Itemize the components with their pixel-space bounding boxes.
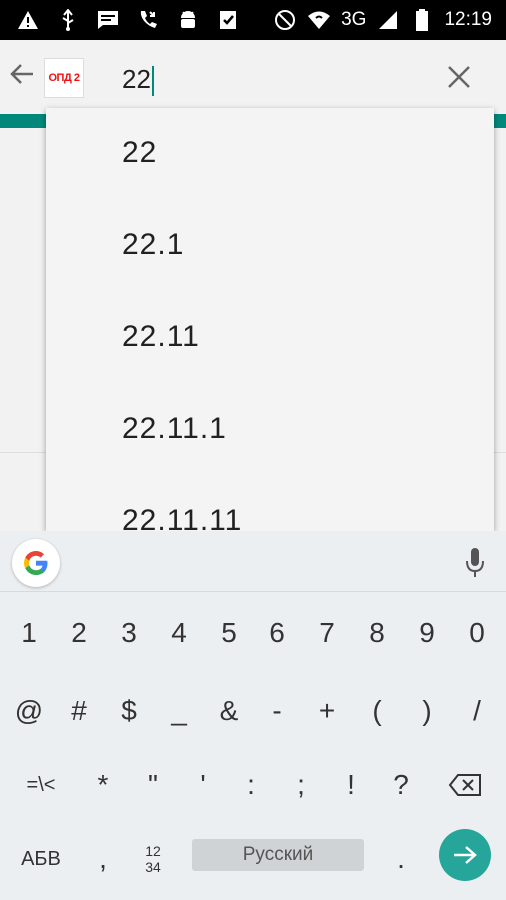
space-key[interactable]: Русский	[192, 839, 364, 871]
key[interactable]: 8	[352, 603, 402, 663]
search-query-text: 22	[122, 64, 151, 94]
key[interactable]: &	[204, 681, 254, 741]
clock: 12:19	[444, 9, 492, 30]
do-not-disturb-icon	[273, 8, 297, 32]
abc-key[interactable]: АБВ	[16, 829, 66, 889]
key[interactable]: !	[326, 755, 376, 815]
key[interactable]: 4	[154, 603, 204, 663]
key[interactable]: @	[4, 681, 54, 741]
key[interactable]: 0	[452, 603, 502, 663]
backspace-icon	[448, 774, 481, 796]
key[interactable]: 1	[4, 603, 54, 663]
key[interactable]: _	[154, 681, 204, 741]
app-logo: ОПД 2	[44, 58, 84, 98]
key[interactable]: (	[352, 681, 402, 741]
suggestion-item[interactable]: 22.1	[122, 228, 184, 262]
keyboard-row-symbols-1: @ # $ _ & - + ( ) /	[0, 681, 506, 741]
key[interactable]: ?	[376, 755, 426, 815]
key[interactable]: $	[104, 681, 154, 741]
key[interactable]: )	[402, 681, 452, 741]
period-key[interactable]: .	[376, 829, 426, 889]
message-icon	[96, 8, 120, 32]
suggestion-item[interactable]: 22.11.11	[122, 504, 242, 531]
key[interactable]: +	[302, 681, 352, 741]
microphone-icon[interactable]	[462, 545, 488, 579]
key[interactable]: 5	[204, 603, 254, 663]
keyboard-row-numbers: 1 2 3 4 5 6 7 8 9 0	[0, 603, 506, 663]
keyboard: 1 2 3 4 5 6 7 8 9 0 @ # $ _ & - + ( ) / …	[0, 531, 506, 900]
signal-icon	[376, 8, 400, 32]
keyboard-toolbar	[0, 531, 506, 591]
wifi-icon	[307, 8, 331, 32]
android-icon	[176, 8, 200, 32]
play-store-icon	[216, 8, 240, 32]
usb-icon	[56, 8, 80, 32]
missed-call-icon	[136, 8, 160, 32]
key[interactable]: 7	[302, 603, 352, 663]
battery-icon	[410, 8, 434, 32]
arrow-back-icon	[10, 64, 33, 84]
text-cursor	[151, 66, 154, 97]
keyboard-divider	[0, 591, 506, 592]
search-input[interactable]: 22	[122, 64, 154, 97]
network-type: 3G	[341, 9, 367, 30]
status-bar: 3G 12:19	[0, 0, 506, 40]
back-button[interactable]	[6, 58, 38, 90]
close-icon	[448, 66, 470, 88]
keyboard-row-bottom: АБВ , 12 34 Русский .	[0, 829, 506, 889]
arrow-forward-icon	[454, 846, 477, 864]
key[interactable]: /	[452, 681, 502, 741]
key[interactable]: 9	[402, 603, 452, 663]
suggestion-item[interactable]: 22.11	[122, 320, 200, 354]
suggestion-item[interactable]: 22.11.1	[122, 412, 227, 446]
backspace-key[interactable]	[440, 755, 490, 815]
key[interactable]: #	[54, 681, 104, 741]
warning-icon	[16, 8, 40, 32]
key[interactable]: *	[78, 755, 128, 815]
key[interactable]: ;	[276, 755, 326, 815]
key[interactable]: :	[226, 755, 276, 815]
key[interactable]: 3	[104, 603, 154, 663]
suggestion-item[interactable]: 22	[122, 136, 157, 170]
keyboard-row-symbols-2: =\< * " ' : ; ! ?	[0, 755, 506, 815]
enter-button[interactable]	[439, 829, 491, 881]
suggestions-dropdown: 22 22.1 22.11 22.11.1 22.11.11	[46, 108, 494, 531]
key[interactable]: 2	[54, 603, 104, 663]
google-icon[interactable]	[12, 539, 60, 587]
key[interactable]: '	[178, 755, 228, 815]
more-symbols-key[interactable]: =\<	[16, 755, 66, 815]
comma-key[interactable]: ,	[78, 829, 128, 889]
layout-switch-key[interactable]: 12 34	[128, 829, 178, 889]
key[interactable]: -	[252, 681, 302, 741]
clear-button[interactable]	[444, 62, 474, 92]
key[interactable]: "	[128, 755, 178, 815]
key[interactable]: 6	[252, 603, 302, 663]
search-bar: ОПД 2 22	[0, 40, 506, 112]
